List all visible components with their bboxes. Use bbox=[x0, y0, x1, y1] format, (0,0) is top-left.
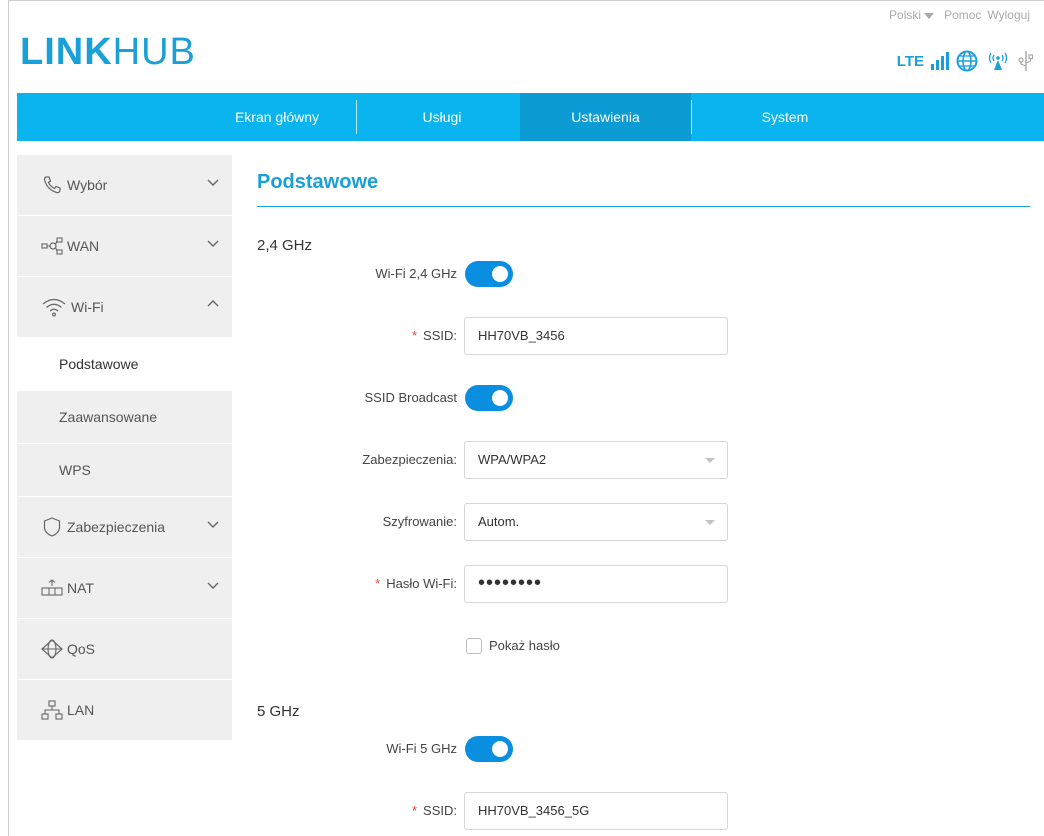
chevron-down-icon bbox=[207, 179, 219, 186]
nat-icon bbox=[41, 577, 63, 599]
help-link[interactable]: Pomoc bbox=[944, 8, 981, 22]
top-links: Polski Pomoc Wyloguj bbox=[889, 8, 1030, 22]
network-type: LTE bbox=[896, 52, 924, 70]
wifi-password-input[interactable]: •••••••• bbox=[464, 565, 728, 603]
dropdown-arrow-icon bbox=[705, 458, 715, 463]
status-bar: LTE bbox=[897, 50, 1034, 72]
nav-home[interactable]: Ekran główny bbox=[207, 93, 347, 141]
ssid-24ghz-label: * SSID: bbox=[411, 328, 457, 343]
usb-icon bbox=[1018, 51, 1034, 71]
ssid-5ghz-label: * SSID: bbox=[411, 803, 457, 818]
sidebar-item-wifi[interactable]: Wi-Fi bbox=[17, 277, 232, 338]
sidebar-item-label: QoS bbox=[67, 641, 96, 657]
encryption-label: Szyfrowanie: bbox=[382, 514, 457, 529]
wifi-icon bbox=[41, 296, 67, 318]
qos-icon bbox=[41, 638, 63, 660]
row-encryption: Szyfrowanie: Autom. bbox=[257, 503, 1030, 541]
encryption-select[interactable]: Autom. bbox=[464, 503, 728, 541]
ssid-24ghz-input[interactable]: HH70VB_3456 bbox=[464, 317, 728, 355]
sidebar-subitem-wps[interactable]: WPS bbox=[17, 444, 232, 497]
sidebar-item-label: Wi-Fi bbox=[71, 299, 104, 315]
required-asterisk: * bbox=[411, 328, 418, 343]
main-navbar: Ekran główny Usługi Ustawienia System bbox=[17, 93, 1044, 141]
row-wifi-5ghz: Wi-Fi 5 GHz bbox=[257, 730, 1030, 768]
network-icon bbox=[41, 235, 63, 257]
show-password-label[interactable]: Pokaż hasło bbox=[489, 627, 560, 665]
encryption-select-value: Autom. bbox=[478, 514, 520, 529]
sidebar-item-lan[interactable]: LAN bbox=[17, 680, 232, 741]
lan-icon bbox=[41, 699, 63, 721]
nav-separator bbox=[356, 100, 357, 134]
wifi-broadcast-icon bbox=[988, 52, 1008, 70]
sidebar-item-label: Zabezpieczenia bbox=[67, 519, 166, 535]
row-ssid-5ghz: * SSID: HH70VB_3456_5G bbox=[257, 792, 1030, 830]
sidebar-item-qos[interactable]: QoS bbox=[17, 619, 232, 680]
row-wifi-password: * Hasło Wi-Fi: •••••••• bbox=[257, 565, 1030, 603]
security-select[interactable]: WPA/WPA2 bbox=[464, 441, 728, 479]
row-ssid-broadcast: SSID Broadcast bbox=[257, 379, 1030, 417]
wifi-5ghz-toggle[interactable] bbox=[465, 736, 513, 762]
phone-icon bbox=[41, 174, 63, 196]
wifi-24ghz-label: Wi-Fi 2,4 GHz bbox=[375, 266, 457, 281]
ssid-5ghz-input[interactable]: HH70VB_3456_5G bbox=[464, 792, 728, 830]
sidebar-item-zabezpieczenia[interactable]: Zabezpieczenia bbox=[17, 497, 232, 558]
sidebar-item-nat[interactable]: NAT bbox=[17, 558, 232, 619]
required-asterisk: * bbox=[411, 803, 418, 818]
row-ssid-24ghz: * SSID: HH70VB_3456 bbox=[257, 317, 1030, 355]
sidebar-item-wybor[interactable]: Wybór bbox=[17, 155, 232, 216]
security-select-value: WPA/WPA2 bbox=[478, 452, 547, 467]
language-selector[interactable]: Polski bbox=[889, 8, 938, 22]
ssid-broadcast-toggle[interactable] bbox=[465, 385, 513, 411]
wifi-password-label: * Hasło Wi-Fi: bbox=[375, 576, 457, 591]
row-show-password: Pokaż hasło bbox=[257, 627, 1030, 665]
sidebar-item-label: LAN bbox=[67, 702, 95, 718]
chevron-down-icon bbox=[207, 521, 219, 528]
nav-settings[interactable]: Ustawienia bbox=[520, 93, 691, 141]
nav-services[interactable]: Usługi bbox=[365, 93, 519, 141]
wifi-5ghz-label: Wi-Fi 5 GHz bbox=[386, 741, 457, 756]
globe-icon bbox=[956, 50, 978, 72]
sidebar-subitem-zaawansowane[interactable]: Zaawansowane bbox=[17, 391, 232, 444]
dropdown-arrow-icon bbox=[705, 520, 715, 525]
linkhub-logo: LINKHUB bbox=[20, 31, 196, 73]
nav-separator bbox=[691, 100, 692, 134]
security-label: Zabezpieczenia: bbox=[362, 452, 457, 467]
sidebar: Wybór WAN Wi-Fi Podstawowe Zaawansowane … bbox=[17, 155, 232, 741]
sidebar-item-label: WAN bbox=[67, 238, 100, 254]
required-asterisk: * bbox=[375, 576, 381, 591]
ssid-broadcast-label: SSID Broadcast bbox=[364, 390, 458, 405]
chevron-down-icon bbox=[207, 240, 219, 247]
chevron-up-icon bbox=[207, 300, 219, 307]
section-heading-5ghz: 5 GHz bbox=[257, 703, 300, 720]
row-wifi-24ghz: Wi-Fi 2,4 GHz bbox=[257, 255, 1030, 293]
logout-link[interactable]: Wyloguj bbox=[987, 8, 1030, 22]
wifi-24ghz-toggle[interactable] bbox=[465, 261, 513, 287]
sidebar-subitem-podstawowe[interactable]: Podstawowe bbox=[17, 338, 232, 391]
nav-system[interactable]: System bbox=[700, 93, 870, 141]
sidebar-item-wan[interactable]: WAN bbox=[17, 216, 232, 277]
caret-down-icon bbox=[924, 13, 935, 19]
signal-bars-icon bbox=[931, 52, 949, 70]
title-divider bbox=[257, 206, 1030, 207]
section-heading-24ghz: 2,4 GHz bbox=[257, 237, 313, 254]
row-security: Zabezpieczenia: WPA/WPA2 bbox=[257, 441, 1030, 479]
shield-icon bbox=[41, 516, 63, 538]
sidebar-item-label: NAT bbox=[67, 580, 94, 596]
show-password-checkbox[interactable] bbox=[466, 638, 482, 654]
sidebar-item-label: Wybór bbox=[67, 177, 108, 193]
page-title: Podstawowe bbox=[257, 171, 379, 193]
chevron-down-icon bbox=[207, 582, 219, 589]
